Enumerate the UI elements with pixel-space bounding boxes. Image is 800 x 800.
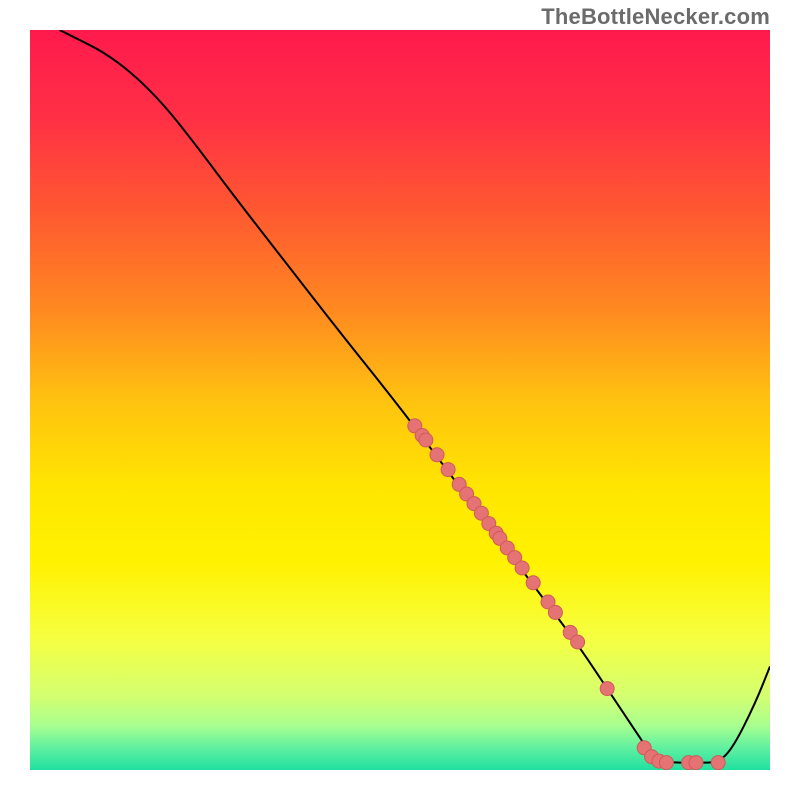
data-point <box>441 463 455 477</box>
plot-area <box>30 30 770 770</box>
data-point <box>419 433 433 447</box>
data-point <box>515 561 529 575</box>
curve-layer <box>30 30 770 770</box>
data-point <box>689 756 703 770</box>
data-point <box>430 448 444 462</box>
data-point <box>711 756 725 770</box>
watermark-text: TheBottleNecker.com <box>541 4 770 30</box>
data-point <box>526 576 540 590</box>
bottleneck-curve <box>60 30 770 763</box>
data-point <box>571 635 585 649</box>
data-point <box>548 605 562 619</box>
data-points <box>408 419 725 770</box>
data-point <box>600 682 614 696</box>
chart-container: TheBottleNecker.com <box>0 0 800 800</box>
data-point <box>659 756 673 770</box>
